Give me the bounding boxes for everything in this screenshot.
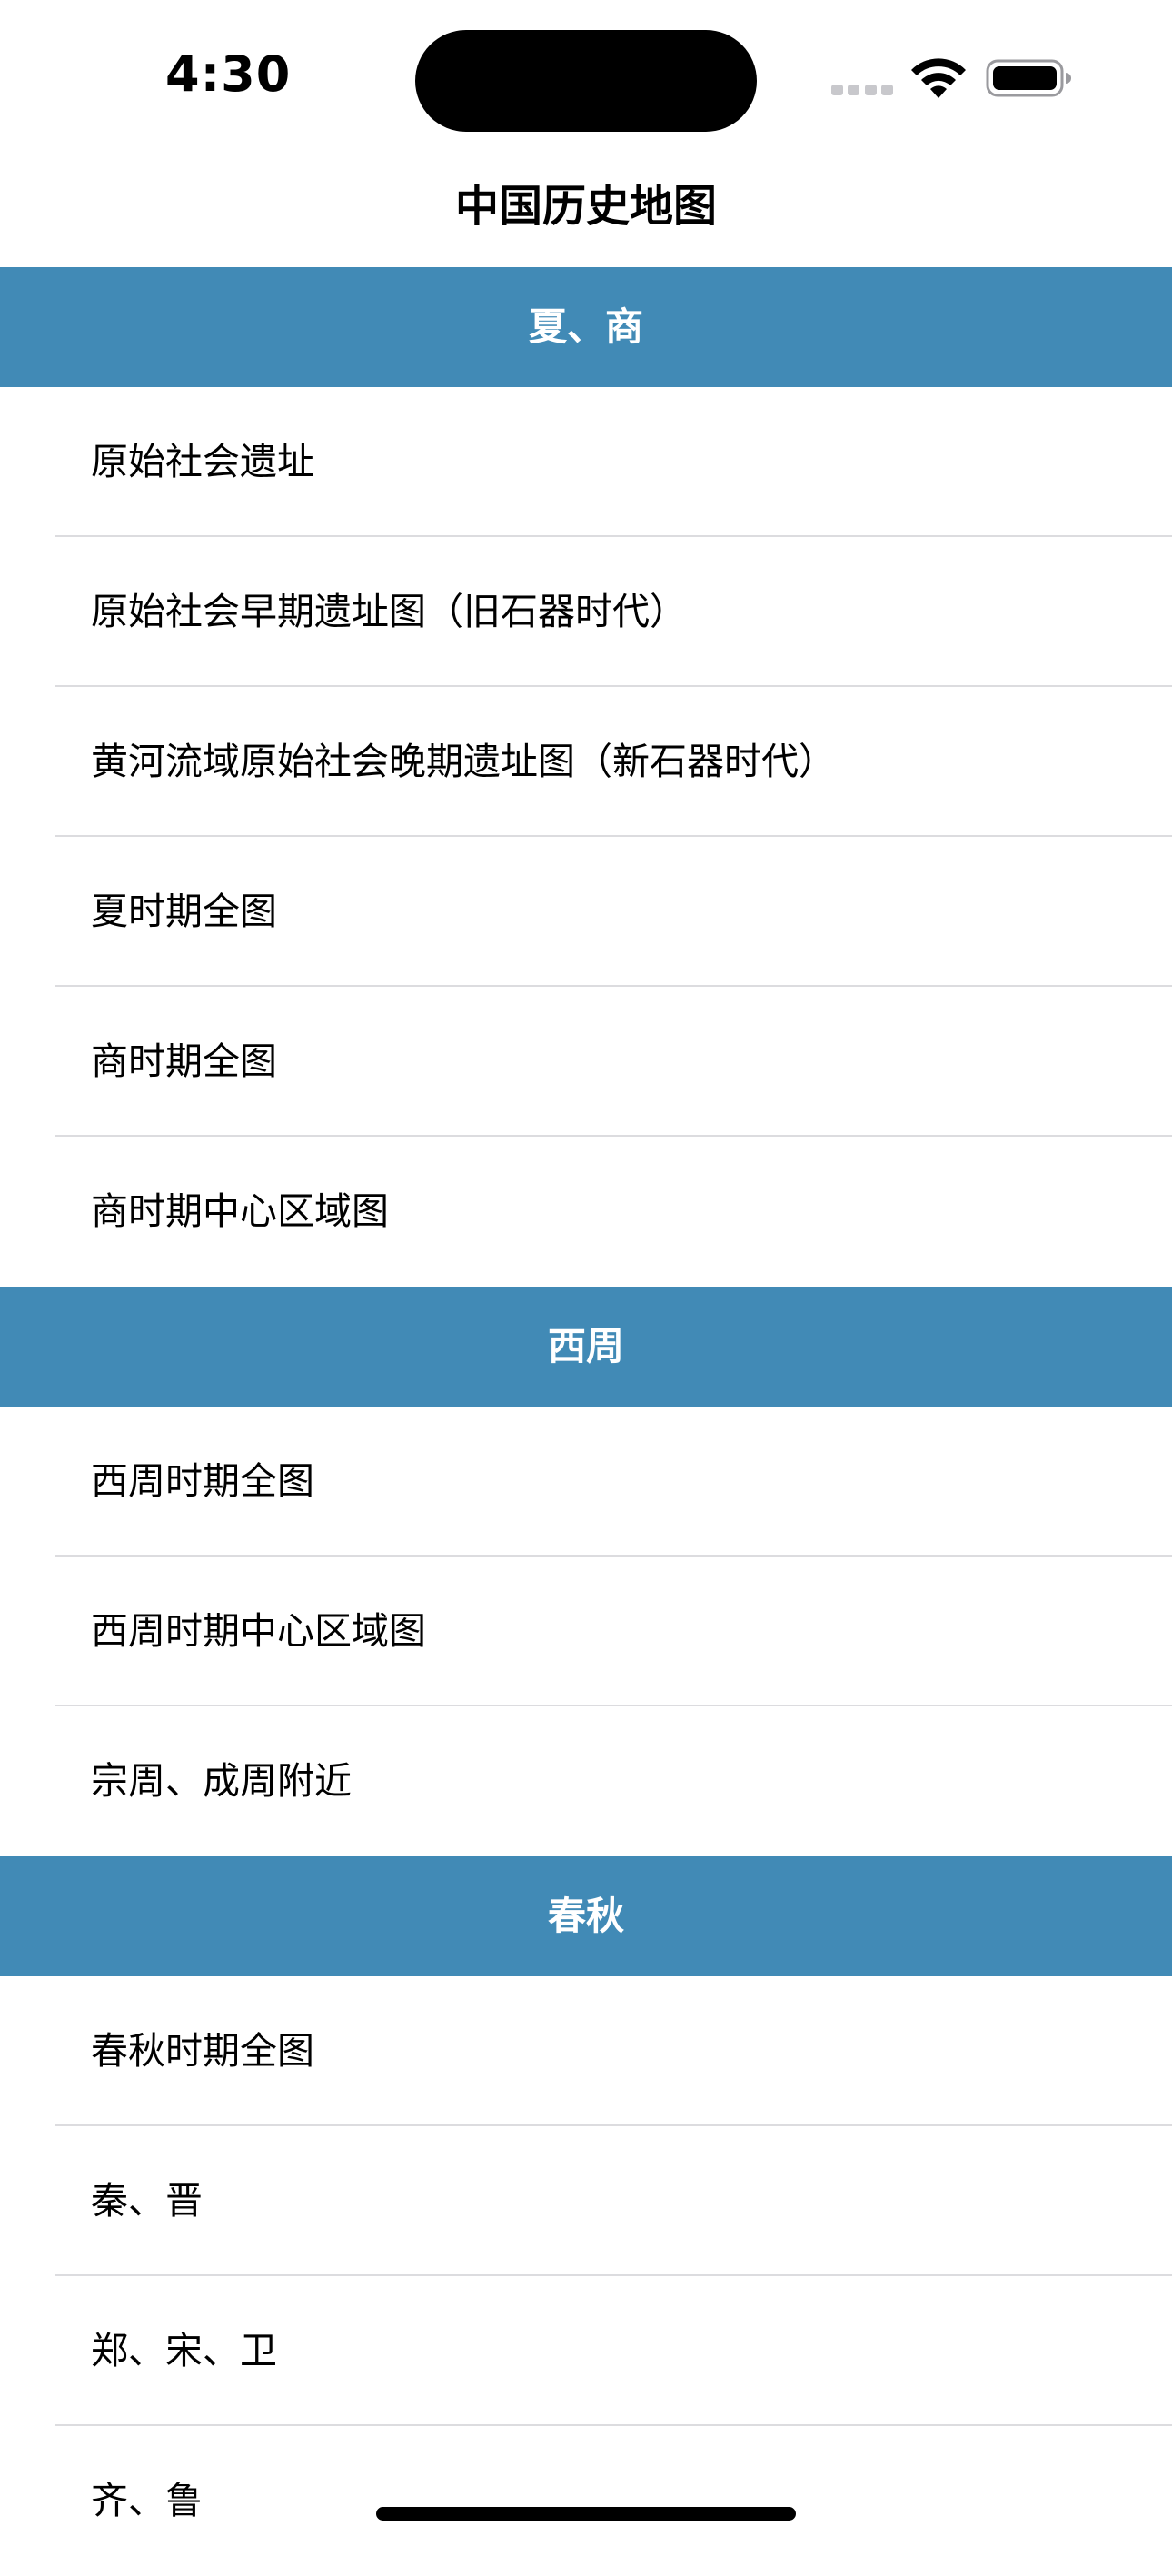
list-item[interactable]: 西周时期中心区域图 xyxy=(0,1557,1172,1706)
list-item-label: 西周时期全图 xyxy=(91,1459,314,1503)
list-item-label: 原始社会早期遗址图（旧石器时代） xyxy=(91,590,687,633)
list-item-label: 商时期全图 xyxy=(91,1039,277,1083)
list-item-label: 齐、鲁 xyxy=(91,2479,203,2522)
list-item-label: 宗周、成周附近 xyxy=(91,1759,352,1803)
battery-icon xyxy=(986,59,1071,97)
list-item[interactable]: 齐、鲁 xyxy=(0,2426,1172,2576)
section-header: 西周 xyxy=(0,1287,1172,1407)
list-item[interactable]: 夏时期全图 xyxy=(0,837,1172,987)
status-bar: 4:30 xyxy=(0,0,1172,154)
list-item[interactable]: 原始社会遗址 xyxy=(0,387,1172,537)
map-list: 夏、商 原始社会遗址 原始社会早期遗址图（旧石器时代） 黄河流域原始社会晚期遗址… xyxy=(0,267,1172,2576)
home-indicator[interactable] xyxy=(376,2507,796,2521)
list-item[interactable]: 原始社会早期遗址图（旧石器时代） xyxy=(0,537,1172,687)
list-item-label: 商时期中心区域图 xyxy=(91,1189,389,1233)
wifi-icon xyxy=(911,58,966,98)
list-item-label: 原始社会遗址 xyxy=(91,440,314,483)
list-item[interactable]: 宗周、成周附近 xyxy=(0,1706,1172,1856)
list-item-label: 郑、宋、卫 xyxy=(91,2329,277,2372)
list-item[interactable]: 黄河流域原始社会晚期遗址图（新石器时代） xyxy=(0,687,1172,837)
cellular-signal-icon xyxy=(831,85,893,95)
list-item-label: 春秋时期全图 xyxy=(91,2029,314,2073)
list-item[interactable]: 商时期中心区域图 xyxy=(0,1137,1172,1287)
list-item[interactable]: 商时期全图 xyxy=(0,987,1172,1137)
list-item-label: 夏时期全图 xyxy=(91,890,277,933)
list-item-label: 西周时期中心区域图 xyxy=(91,1609,426,1653)
list-item[interactable]: 秦、晋 xyxy=(0,2126,1172,2276)
list-item-label: 黄河流域原始社会晚期遗址图（新石器时代） xyxy=(91,740,836,783)
list-item[interactable]: 郑、宋、卫 xyxy=(0,2276,1172,2426)
section-header: 春秋 xyxy=(0,1856,1172,1976)
list-item-label: 秦、晋 xyxy=(91,2179,203,2223)
status-time: 4:30 xyxy=(165,45,292,103)
dynamic-island xyxy=(415,30,757,132)
page-title: 中国历史地图 xyxy=(454,181,717,232)
list-item[interactable]: 春秋时期全图 xyxy=(0,1976,1172,2126)
list-item[interactable]: 西周时期全图 xyxy=(0,1407,1172,1557)
section-header: 夏、商 xyxy=(0,267,1172,387)
